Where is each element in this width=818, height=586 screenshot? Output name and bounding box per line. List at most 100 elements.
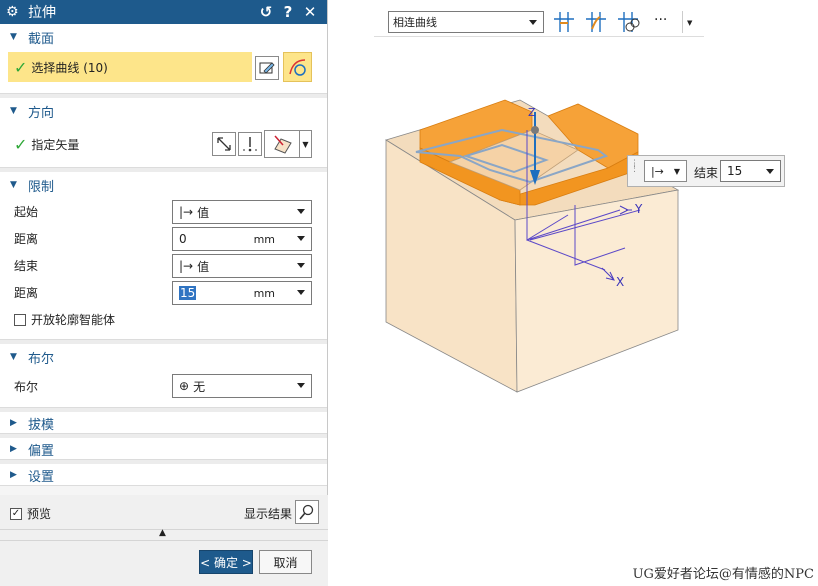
boolean-select[interactable]: ⊕ 无 bbox=[172, 374, 312, 398]
reverse-direction-button[interactable] bbox=[212, 132, 236, 156]
collapse-footer-icon[interactable]: ▲ bbox=[159, 528, 166, 538]
chevron-down-icon bbox=[297, 290, 305, 295]
dialog-title: 拉伸 bbox=[28, 5, 56, 21]
start-type-value: 值 bbox=[197, 205, 210, 220]
vector-dialog-icon bbox=[243, 137, 257, 152]
cancel-button[interactable]: 取消 bbox=[259, 550, 312, 574]
open-profile-checkbox[interactable] bbox=[14, 313, 26, 326]
boolean-none-icon: ⊕ bbox=[179, 379, 190, 393]
float-end-label: 结束 bbox=[694, 166, 719, 180]
start-row: 起始 |→ 值 bbox=[0, 198, 327, 225]
chevron-down-icon bbox=[297, 383, 305, 388]
start-distance-unit: mm bbox=[253, 233, 275, 246]
reset-icon[interactable]: ↺ bbox=[255, 3, 277, 21]
section-profile-header[interactable]: ▼ 截面 bbox=[0, 24, 327, 50]
onscreen-input: ⋮ ⋮ |→ ▼ 结束 15 bbox=[627, 155, 785, 187]
expand-caret-icon: ▶ bbox=[10, 470, 17, 480]
section-direction: ▼ 方向 ✓ 指定矢量 ▼ bbox=[0, 98, 327, 168]
inferred-vector-button[interactable] bbox=[264, 130, 300, 158]
end-type-value: 值 bbox=[197, 259, 210, 274]
section-boolean: ▼ 布尔 布尔 ⊕ 无 bbox=[0, 344, 327, 408]
start-type-select[interactable]: |→ 值 bbox=[172, 200, 312, 224]
limit-value-icon: |→ bbox=[179, 259, 194, 273]
boolean-row: 布尔 ⊕ 无 bbox=[0, 370, 327, 402]
section-draft-title: 拔模 bbox=[28, 417, 55, 433]
end-label: 结束 bbox=[14, 259, 39, 273]
section-draft: ▶ 拔模 bbox=[0, 412, 327, 434]
end-distance-input[interactable]: 15 mm bbox=[172, 281, 312, 305]
collapse-caret-icon: ▼ bbox=[10, 32, 17, 42]
section-profile: ▼ 截面 ✓ 选择曲线 (10) bbox=[0, 24, 327, 94]
limit-value-icon: |→ bbox=[179, 205, 194, 219]
section-boolean-header[interactable]: ▼ 布尔 bbox=[0, 344, 327, 370]
start-distance-row: 距离 0 mm bbox=[0, 225, 327, 252]
end-distance-unit: mm bbox=[253, 287, 275, 300]
end-distance-row: 距离 15 mm bbox=[0, 279, 327, 306]
float-limit-type-select[interactable]: |→ ▼ bbox=[644, 160, 687, 182]
section-draft-header[interactable]: ▶ 拔模 bbox=[0, 412, 327, 434]
curve-rule-select[interactable]: 相连曲线 bbox=[388, 11, 544, 33]
vector-dialog-button[interactable] bbox=[238, 132, 262, 156]
collapse-caret-icon: ▼ bbox=[10, 352, 17, 362]
boolean-value: 无 bbox=[193, 379, 206, 394]
section-limits: ▼ 限制 起始 |→ 值 距离 0 mm 结束 |→ 值 距离 15 mm 开放… bbox=[0, 172, 327, 340]
follow-fillet-icon bbox=[586, 12, 606, 32]
section-limits-header[interactable]: ▼ 限制 bbox=[0, 172, 327, 198]
graphics-viewport[interactable]: Z Y X bbox=[370, 90, 690, 395]
start-distance-value: 0 bbox=[179, 232, 187, 246]
boolean-label: 布尔 bbox=[14, 379, 39, 394]
open-profile-row: 开放轮廓智能体 bbox=[0, 306, 327, 333]
drag-grip-icon[interactable]: ⋮ ⋮ bbox=[630, 160, 639, 174]
section-direction-title: 方向 bbox=[28, 105, 55, 121]
help-icon[interactable]: ? bbox=[277, 3, 299, 21]
watermark: UG爱好者论坛@有情感的NPC bbox=[632, 567, 814, 582]
section-settings: ▶ 设置 bbox=[0, 464, 327, 486]
dialog-titlebar: ⚙ 拉伸 ↺ ? ✕ bbox=[0, 0, 327, 24]
preview-checkbox[interactable]: ✓ bbox=[10, 507, 22, 520]
curve-select-button[interactable] bbox=[283, 52, 312, 82]
checkmark-icon: ✓ bbox=[14, 134, 28, 154]
gear-icon[interactable]: ⚙ bbox=[6, 4, 22, 20]
toolbar-dropdown-icon[interactable]: ▼ bbox=[687, 19, 692, 27]
ok-button[interactable]: < 确定 > bbox=[199, 550, 253, 574]
show-result-button[interactable] bbox=[295, 500, 319, 524]
expand-caret-icon: ▶ bbox=[10, 444, 17, 454]
chevron-down-icon: ▼ bbox=[673, 166, 681, 176]
section-offset: ▶ 偏置 bbox=[0, 438, 327, 460]
select-curve-label: 选择曲线 (10) bbox=[31, 60, 108, 75]
vector-dropdown-button[interactable]: ▼ bbox=[299, 130, 312, 158]
show-result-label: 显示结果 bbox=[244, 507, 293, 521]
section-settings-header[interactable]: ▶ 设置 bbox=[0, 464, 327, 486]
preview-label: 预览 bbox=[27, 507, 52, 521]
stop-at-intersection-icon bbox=[554, 12, 574, 32]
chevron-down-icon: ▼ bbox=[302, 139, 309, 149]
chain-icon bbox=[618, 12, 640, 32]
float-end-input[interactable]: 15 bbox=[720, 160, 781, 182]
start-distance-label: 距离 bbox=[14, 232, 39, 246]
chevron-down-icon bbox=[297, 236, 305, 241]
select-curve-row[interactable]: ✓ 选择曲线 (10) bbox=[8, 52, 252, 82]
drag-handle-icon bbox=[531, 126, 539, 134]
section-limits-title: 限制 bbox=[28, 179, 55, 195]
sketch-icon bbox=[259, 62, 275, 74]
start-distance-input[interactable]: 0 mm bbox=[172, 227, 312, 251]
section-direction-header[interactable]: ▼ 方向 bbox=[0, 98, 327, 124]
curve-icon bbox=[288, 59, 306, 76]
z-axis-label: Z bbox=[528, 106, 536, 119]
reverse-arrows-icon bbox=[217, 137, 231, 151]
end-distance-value: 15 bbox=[179, 286, 197, 300]
sketch-section-button[interactable] bbox=[255, 56, 279, 80]
checkmark-icon: ✓ bbox=[14, 57, 28, 77]
end-distance-label: 距离 bbox=[14, 286, 39, 300]
end-type-select[interactable]: |→ 值 bbox=[172, 254, 312, 278]
section-offset-header[interactable]: ▶ 偏置 bbox=[0, 438, 327, 460]
y-axis-label: Y bbox=[634, 202, 643, 216]
extrude-dialog: ⚙ 拉伸 ↺ ? ✕ ▼ 截面 ✓ 选择曲线 (10) ▼ 方向 ✓ 指定矢量 … bbox=[0, 0, 328, 586]
curve-rule-value: 相连曲线 bbox=[393, 16, 437, 29]
limit-value-icon: |→ bbox=[650, 164, 664, 178]
float-end-value: 15 bbox=[727, 164, 743, 178]
end-row: 结束 |→ 值 bbox=[0, 252, 327, 279]
close-icon[interactable]: ✕ bbox=[299, 3, 321, 21]
more-icon[interactable]: ··· bbox=[654, 12, 667, 28]
chevron-down-icon bbox=[529, 20, 537, 25]
